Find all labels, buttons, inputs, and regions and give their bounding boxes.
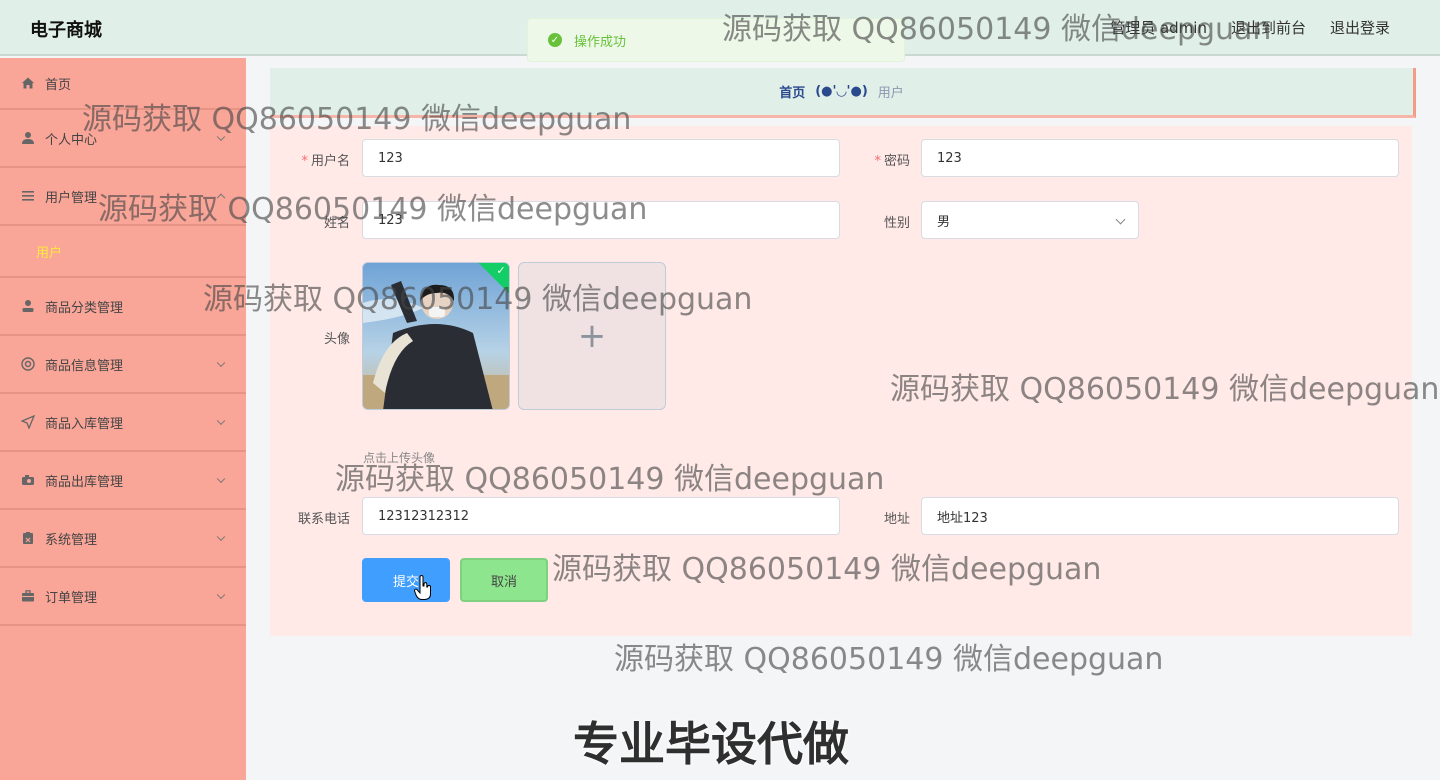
username-label: * 用户名 [301, 154, 350, 169]
brand-title: 电子商城 [30, 20, 102, 41]
phone-input[interactable]: 12312312312 [362, 497, 840, 535]
back-to-front-link[interactable]: 退出到前台 [1231, 17, 1306, 38]
breadcrumb-home[interactable]: 首页 [779, 82, 805, 101]
sidebar-item-product-info[interactable]: 商品信息管理 [0, 336, 246, 394]
breadcrumb-separator: (●'◡'●) [815, 84, 868, 99]
success-check-icon: ✓ [548, 33, 562, 47]
sidebar-item-stock-in[interactable]: 商品入库管理 [0, 394, 246, 452]
sidebar-item-label: 系统管理 [45, 532, 98, 548]
lifebuoy-icon [20, 356, 36, 372]
password-label-text: 密码 [883, 154, 910, 169]
username-label-text: 用户名 [310, 154, 350, 169]
sidebar: 首页 个人中心 用户管理 用户 商品分类管理 商品信息管理 商品入库管理 商品出… [0, 58, 246, 780]
success-toast: ✓ 操作成功 [527, 18, 905, 62]
upload-tip: 点击上传头像 [363, 451, 436, 465]
address-label: 地址 [883, 512, 910, 527]
chevron-down-icon [216, 132, 226, 142]
avatar-label: 头像 [323, 332, 350, 347]
upload-avatar-button[interactable]: + [518, 262, 666, 410]
sidebar-item-label: 商品出库管理 [45, 474, 124, 490]
chevron-up-icon [216, 193, 226, 203]
person-icon [20, 298, 36, 314]
name-label: 姓名 [323, 216, 350, 231]
briefcase-icon [20, 588, 36, 604]
sidebar-subitem-user[interactable]: 用户 [0, 226, 246, 278]
camera-icon [20, 472, 36, 488]
home-icon [20, 75, 36, 91]
sidebar-item-user-management[interactable]: 用户管理 [0, 168, 246, 226]
sidebar-item-label: 用户管理 [45, 190, 98, 206]
breadcrumb: 首页 (●'◡'●) 用户 [270, 68, 1416, 118]
plus-icon: + [577, 316, 607, 356]
submit-button[interactable]: 提交 [362, 558, 450, 602]
hand-cursor-icon [414, 575, 431, 600]
sidebar-item-profile[interactable]: 个人中心 [0, 110, 246, 168]
toast-message: 操作成功 [574, 34, 627, 50]
logout-link[interactable]: 退出登录 [1330, 17, 1390, 38]
gender-select[interactable]: 男 [921, 201, 1139, 239]
gender-label: 性别 [883, 216, 910, 231]
chevron-down-icon [1115, 214, 1126, 225]
phone-label: 联系电话 [297, 512, 350, 527]
header-actions: 管理员 admin 退出到前台 退出登录 [1110, 17, 1390, 38]
address-input[interactable]: 地址123 [921, 497, 1399, 535]
sidebar-item-label: 首页 [45, 77, 72, 93]
avatar-preview[interactable]: ✓ [362, 262, 510, 410]
admin-label: 管理员 admin [1110, 19, 1207, 37]
sidebar-item-label: 商品分类管理 [45, 300, 124, 316]
gender-select-value: 男 [937, 214, 951, 230]
sidebar-item-label: 个人中心 [45, 132, 98, 148]
sidebar-item-stock-out[interactable]: 商品出库管理 [0, 452, 246, 510]
name-input[interactable]: 123 [362, 201, 840, 239]
user-icon [20, 130, 36, 146]
sidebar-item-category[interactable]: 商品分类管理 [0, 278, 246, 336]
chevron-down-icon [216, 590, 226, 600]
sidebar-item-home[interactable]: 首页 [0, 58, 246, 110]
promo-banner: 专业毕设代做 [573, 717, 849, 771]
check-icon: ✓ [496, 263, 506, 277]
sidebar-item-label: 订单管理 [45, 590, 98, 606]
cancel-button[interactable]: 取消 [460, 558, 548, 602]
password-input[interactable]: 123 [921, 139, 1399, 177]
clipboard-icon [20, 530, 36, 546]
chevron-down-icon [216, 474, 226, 484]
chevron-down-icon [216, 416, 226, 426]
password-label: * 密码 [874, 154, 910, 169]
send-icon [20, 414, 36, 430]
avatar-photo [363, 263, 509, 409]
sidebar-item-label: 商品信息管理 [45, 358, 124, 374]
chevron-down-icon [216, 358, 226, 368]
watermark-text: 源码获取 QQ86050149 微信deepguan [614, 642, 1164, 677]
list-icon [20, 188, 36, 204]
sidebar-item-label: 商品入库管理 [45, 416, 124, 432]
breadcrumb-current: 用户 [877, 86, 904, 101]
sidebar-item-system[interactable]: 系统管理 [0, 510, 246, 568]
chevron-down-icon [216, 532, 226, 542]
username-input[interactable]: 123 [362, 139, 840, 177]
sidebar-item-orders[interactable]: 订单管理 [0, 568, 246, 626]
